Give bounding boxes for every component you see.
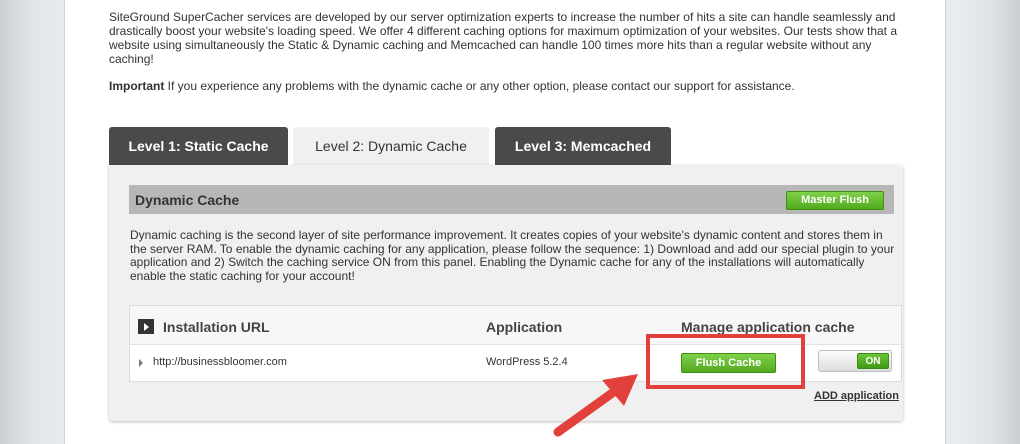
page-content: SiteGround SuperCacher services are deve…	[64, 0, 946, 444]
section-description: Dynamic caching is the second layer of s…	[130, 228, 895, 283]
intro-paragraph: SiteGround SuperCacher services are deve…	[109, 10, 898, 66]
section-title: Dynamic Cache	[135, 192, 240, 208]
expand-row-icon[interactable]	[139, 359, 143, 367]
annotation-arrow-icon	[553, 374, 638, 437]
header-installation-url: Installation URL	[163, 319, 270, 335]
installation-url: http://businessbloomer.com	[153, 356, 287, 368]
important-text: If you experience any problems with the …	[164, 79, 795, 93]
important-note: Important If you experience any problems…	[109, 79, 909, 93]
expand-all-icon[interactable]	[138, 319, 154, 334]
toggle-on-label: ON	[857, 353, 889, 369]
dynamic-cache-toggle[interactable]: ON	[818, 350, 892, 372]
section-header: Dynamic Cache Master Flush	[129, 185, 894, 214]
tab-static-cache[interactable]: Level 1: Static Cache	[109, 127, 288, 165]
intro-text: SiteGround SuperCacher services are deve…	[109, 10, 909, 66]
header-application: Application	[486, 319, 563, 335]
header-manage-cache: Manage application cache	[681, 319, 855, 335]
important-label: Important	[109, 79, 165, 93]
flush-cache-highlight-box	[646, 334, 805, 389]
tab-memcached[interactable]: Level 3: Memcached	[495, 127, 671, 165]
master-flush-button[interactable]: Master Flush	[786, 191, 884, 210]
tab-dynamic-cache[interactable]: Level 2: Dynamic Cache	[293, 127, 489, 165]
add-application-link[interactable]: ADD application	[814, 390, 899, 402]
